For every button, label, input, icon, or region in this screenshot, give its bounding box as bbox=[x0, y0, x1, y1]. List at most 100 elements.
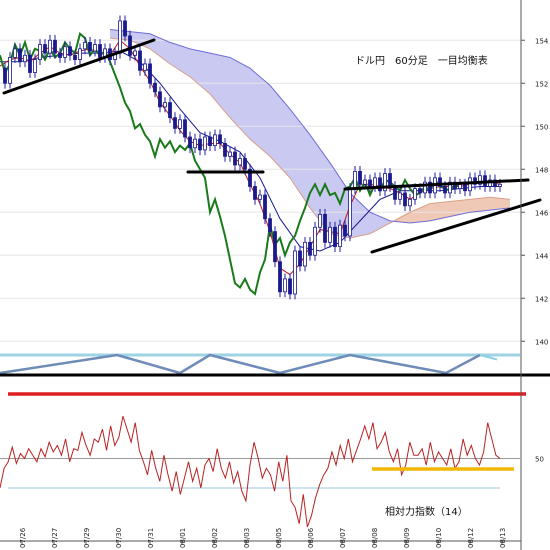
candle-body bbox=[328, 226, 332, 243]
candle-body bbox=[323, 213, 327, 243]
candle-body bbox=[8, 57, 12, 84]
candle-body bbox=[398, 192, 402, 200]
candle-body bbox=[208, 136, 212, 147]
candle-body bbox=[3, 67, 7, 84]
candle-body bbox=[408, 198, 412, 207]
candle-body bbox=[78, 48, 82, 60]
candle-body bbox=[163, 102, 167, 108]
candle-body bbox=[203, 136, 207, 151]
x-tick-label: 08/09 bbox=[403, 528, 411, 548]
candle-body bbox=[418, 188, 422, 194]
candle-body bbox=[388, 173, 392, 187]
candle-body bbox=[368, 179, 372, 187]
candle-body bbox=[228, 151, 232, 157]
x-tick-label: 08/13 bbox=[499, 528, 507, 548]
x-tick-label: 08/05 bbox=[275, 528, 283, 548]
y-tick-label: 140 bbox=[535, 338, 548, 346]
y-tick-label: 146 bbox=[535, 209, 549, 217]
candle-body bbox=[58, 52, 62, 58]
candle-body bbox=[313, 226, 317, 256]
candle-body bbox=[243, 158, 247, 170]
candle-body bbox=[143, 63, 147, 71]
candle-body bbox=[88, 42, 92, 52]
candle-body bbox=[413, 188, 417, 200]
candle-body bbox=[48, 39, 52, 54]
x-tick-label: 07/26 bbox=[19, 527, 27, 548]
candle-body bbox=[298, 250, 302, 267]
candle-body bbox=[138, 50, 142, 71]
x-tick-label: 07/29 bbox=[83, 528, 91, 548]
candle-body bbox=[318, 213, 322, 228]
rsi-title: 相対力指数（14） bbox=[385, 505, 468, 518]
candle-body bbox=[128, 35, 132, 56]
candle-body bbox=[133, 50, 137, 56]
candle-body bbox=[283, 278, 287, 293]
candle-body bbox=[463, 183, 467, 192]
candle-body bbox=[18, 48, 22, 63]
candle-body bbox=[253, 186, 257, 200]
candle-body bbox=[168, 102, 172, 119]
x-tick-label: 08/08 bbox=[371, 528, 379, 548]
candle-body bbox=[13, 48, 17, 58]
candle-body bbox=[68, 46, 72, 56]
candle-body bbox=[123, 20, 127, 37]
x-tick-label: 07/30 bbox=[115, 528, 123, 548]
candle-body bbox=[278, 261, 282, 293]
candle-body bbox=[258, 194, 262, 200]
candle-body bbox=[458, 183, 462, 190]
candle-body bbox=[263, 194, 267, 220]
candle-body bbox=[443, 186, 447, 194]
candle-body bbox=[353, 170, 357, 189]
candle-body bbox=[333, 226, 337, 248]
candle-body bbox=[118, 20, 122, 54]
candle-body bbox=[338, 224, 342, 248]
candle-body bbox=[23, 54, 27, 63]
x-tick-label: 08/12 bbox=[467, 528, 475, 548]
candle-body bbox=[153, 82, 157, 93]
candle-body bbox=[83, 42, 87, 50]
candle-body bbox=[308, 241, 312, 256]
candle-body bbox=[173, 117, 177, 129]
candle-body bbox=[233, 151, 237, 166]
candle-body bbox=[198, 138, 202, 151]
candle-body bbox=[73, 54, 77, 60]
candle-body bbox=[363, 179, 367, 185]
candle-body bbox=[358, 170, 362, 185]
candle-body bbox=[63, 46, 67, 58]
candle-body bbox=[498, 183, 502, 187]
x-tick-label: 08/03 bbox=[243, 528, 251, 548]
rsi-tick-label: 50 bbox=[535, 456, 544, 464]
y-tick-label: 152 bbox=[535, 80, 548, 88]
candle-body bbox=[348, 188, 352, 237]
x-tick-label: 08/10 bbox=[435, 528, 443, 548]
y-tick-label: 144 bbox=[535, 252, 549, 260]
candle-body bbox=[373, 177, 377, 187]
x-tick-label: 07/31 bbox=[147, 528, 155, 548]
y-tick-label: 154 bbox=[535, 37, 549, 45]
x-tick-label: 08/01 bbox=[179, 528, 187, 548]
candle-body bbox=[53, 39, 57, 54]
candle-body bbox=[343, 224, 347, 237]
candle-body bbox=[288, 278, 292, 295]
candle-body bbox=[268, 218, 272, 232]
main-chart-title: ドル円 60分足 一目均衡表 bbox=[355, 54, 488, 67]
candle-body bbox=[193, 138, 197, 149]
candle-body bbox=[393, 186, 397, 200]
candle-body bbox=[293, 250, 297, 295]
candle-body bbox=[183, 119, 187, 138]
candle-body bbox=[148, 63, 152, 84]
candle-body bbox=[303, 241, 307, 267]
y-tick-label: 142 bbox=[535, 295, 548, 303]
x-tick-label: 08/07 bbox=[339, 528, 347, 548]
candle-body bbox=[38, 44, 42, 60]
x-tick-label: 07/27 bbox=[51, 528, 59, 548]
candle-body bbox=[223, 143, 227, 157]
x-tick-label: 08/02 bbox=[211, 528, 219, 548]
candle-body bbox=[28, 54, 32, 73]
candle-body bbox=[93, 44, 97, 52]
y-tick-label: 148 bbox=[535, 166, 548, 174]
candle-body bbox=[178, 119, 182, 129]
candle-body bbox=[273, 231, 277, 263]
candle-body bbox=[218, 134, 222, 144]
chart-canvas: 154 152 150 148 146 144 142 140 50 07/26 07/27 07/2… bbox=[0, 0, 550, 550]
